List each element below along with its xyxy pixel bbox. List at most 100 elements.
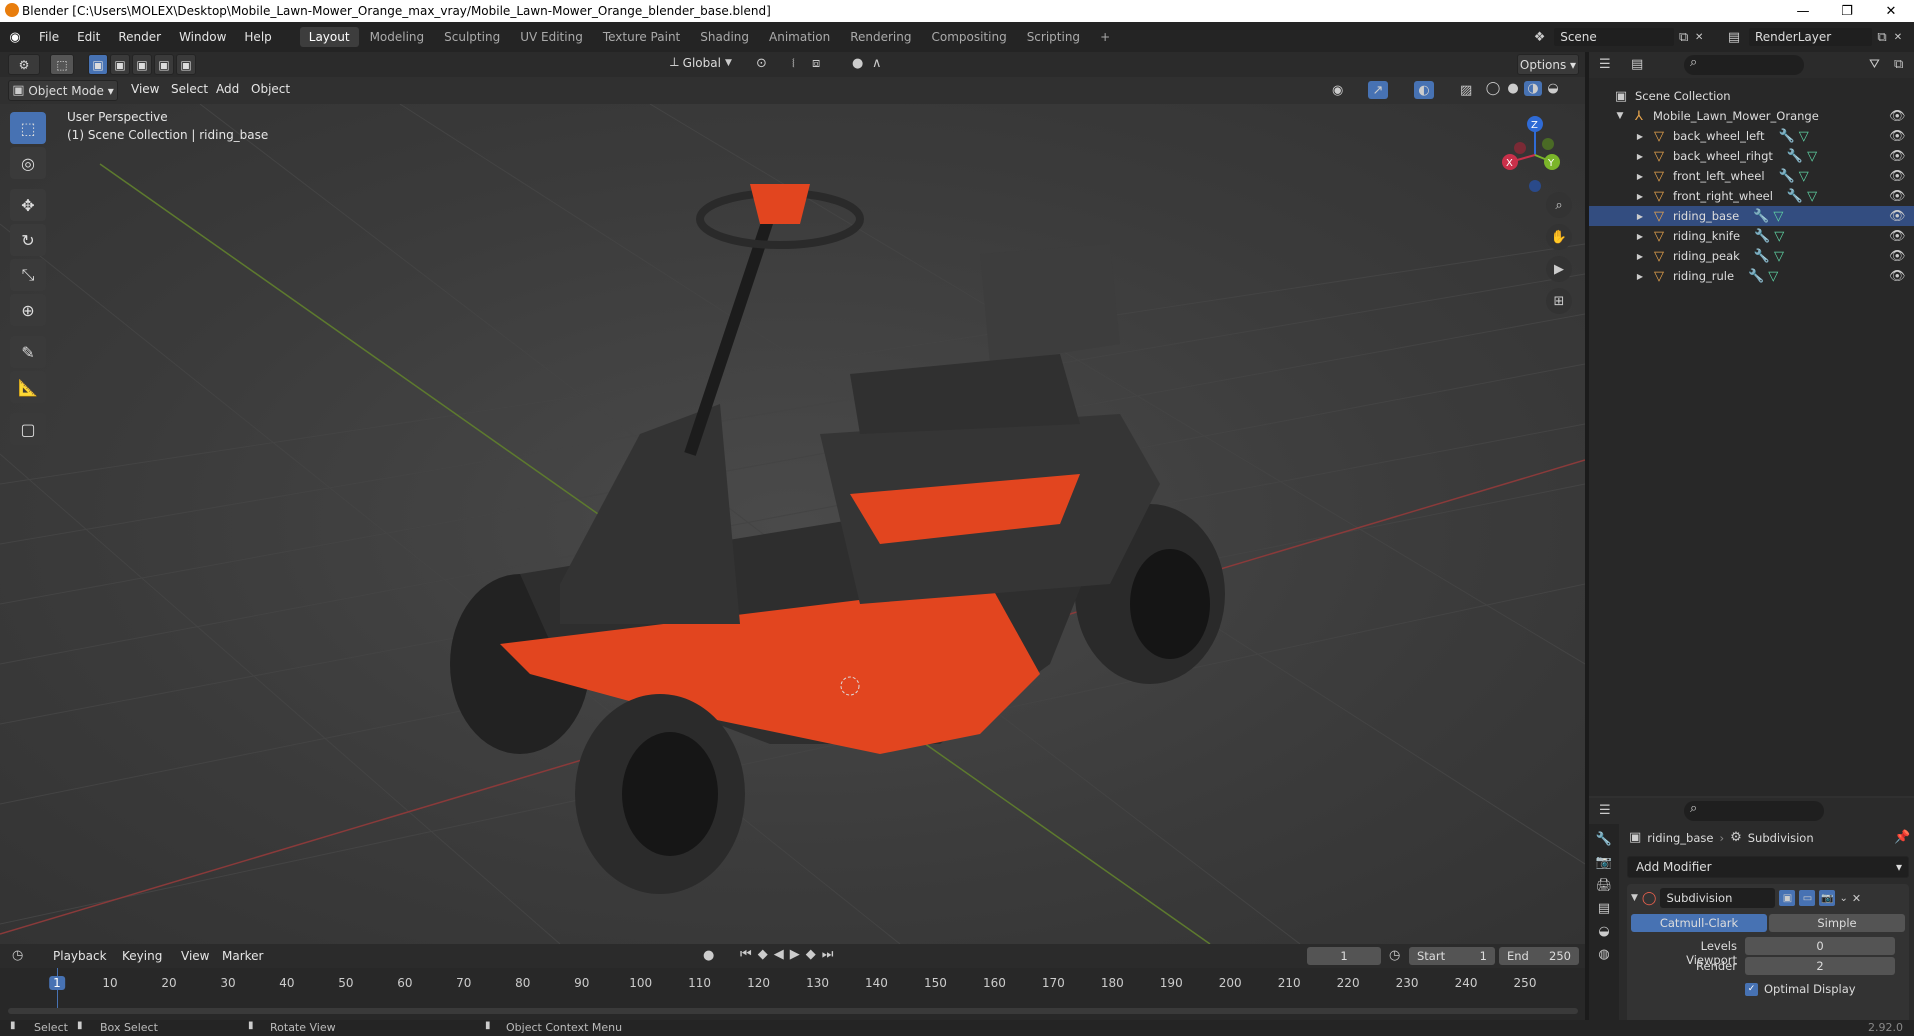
wireframe-shading-icon[interactable]: ◯ — [1484, 81, 1502, 96]
timeline-menu-keying[interactable]: Keying — [113, 949, 171, 963]
xray-icon[interactable]: ▨ — [1460, 83, 1472, 98]
blender-menu-icon[interactable]: ◉ — [0, 30, 30, 45]
minimize-icon[interactable]: — — [1781, 0, 1825, 22]
rendered-shading-icon[interactable]: ◒ — [1544, 81, 1562, 96]
modifier-name-input[interactable]: Subdivision — [1660, 888, 1776, 908]
scale-tool-icon[interactable]: ⤡ — [10, 259, 46, 291]
mode-intersect-icon[interactable]: ▣ — [154, 54, 174, 75]
falloff-icon[interactable]: ∧ — [872, 56, 882, 71]
mode-extend-icon[interactable]: ▣ — [110, 54, 130, 75]
transform-tool-icon[interactable]: ⊕ — [10, 294, 46, 326]
zoom-icon[interactable]: ⌕ — [1546, 192, 1572, 218]
render-tab-icon[interactable]: 📷 — [1596, 855, 1612, 870]
new-renderlayer-icon[interactable]: ⧉ — [1873, 30, 1891, 45]
gizmo-toggle-icon[interactable]: ↗ — [1368, 81, 1388, 99]
menu-render[interactable]: Render — [109, 30, 170, 44]
close-icon[interactable]: ✕ — [1869, 0, 1913, 22]
mesh-data-icon[interactable]: ▽ — [1799, 129, 1809, 144]
visibility-icon[interactable]: ◉ — [1332, 83, 1343, 98]
mode-set-icon[interactable]: ▣ — [88, 54, 108, 75]
tab-compositing[interactable]: Compositing — [922, 27, 1015, 47]
tab-animation[interactable]: Animation — [760, 27, 839, 47]
visibility-eye-icon[interactable]: 👁 — [1889, 229, 1906, 244]
world-tab-icon[interactable]: ◍ — [1598, 947, 1609, 962]
renderlayer-name-field[interactable]: RenderLayer — [1748, 27, 1873, 47]
viewport-toggle-icon[interactable]: ▭ — [1799, 890, 1816, 906]
add-cube-tool-icon[interactable]: ▢ — [10, 413, 46, 445]
editor-type-icon[interactable]: ⚙ — [8, 54, 40, 75]
restore-icon[interactable]: ❐ — [1825, 0, 1869, 22]
expand-icon[interactable]: ▶ — [1635, 172, 1645, 181]
current-frame-field[interactable]: 1 — [1307, 947, 1381, 965]
menu-file[interactable]: File — [30, 30, 68, 44]
delete-renderlayer-icon[interactable]: ✕ — [1891, 32, 1905, 43]
rotate-tool-icon[interactable]: ↻ — [10, 224, 46, 256]
modifier-wrench-icon[interactable]: 🔧 — [1787, 149, 1803, 164]
tab-texture-paint[interactable]: Texture Paint — [594, 27, 689, 47]
modifier-wrench-icon[interactable]: 🔧 — [1754, 249, 1770, 264]
visibility-eye-icon[interactable]: 👁 — [1889, 249, 1906, 264]
visibility-eye-icon[interactable]: 👁 — [1889, 129, 1906, 144]
annotate-tool-icon[interactable]: ✎ — [10, 336, 46, 368]
tab-scripting[interactable]: Scripting — [1018, 27, 1089, 47]
snap-target-icon[interactable]: ⧈ — [812, 56, 820, 71]
render-levels-field[interactable]: 2 — [1745, 957, 1895, 975]
timeline-scrollbar[interactable] — [8, 1008, 1578, 1014]
jump-start-icon[interactable]: ⏮ — [740, 947, 752, 962]
chevron-down-icon[interactable]: ⌄ — [1839, 893, 1847, 904]
tab-sculpting[interactable]: Sculpting — [435, 27, 509, 47]
outliner-scene-collection[interactable]: ▣ Scene Collection — [1589, 86, 1914, 106]
output-tab-icon[interactable]: 🖨 — [1596, 878, 1613, 893]
timeline-menu-view[interactable]: View — [172, 949, 218, 963]
optimal-display-checkbox[interactable]: ✓ — [1745, 982, 1758, 996]
timeline-editor-icon[interactable]: ◷ — [12, 948, 23, 963]
filter-icon[interactable]: ⛛ — [1869, 57, 1880, 72]
scene-selector[interactable]: ❖ Scene ⧉ ✕ — [1526, 26, 1706, 48]
outliner-object-row[interactable]: ▶ ▽ riding_rule 🔧 ▽ 👁 — [1589, 266, 1914, 286]
expand-icon[interactable]: ▶ — [1635, 152, 1645, 161]
overlay-toggle-icon[interactable]: ◐ — [1414, 81, 1434, 99]
prev-keyframe-icon[interactable]: ◆ — [758, 947, 768, 962]
pivot-point-icon[interactable]: ⊙ — [756, 56, 767, 71]
menu-edit[interactable]: Edit — [68, 30, 109, 44]
record-icon[interactable]: ● — [703, 948, 714, 963]
select-tool-icon[interactable]: ⬚ — [50, 54, 74, 75]
options-button[interactable]: Options ▾ — [1517, 54, 1579, 75]
expand-icon[interactable]: ▶ — [1635, 132, 1645, 141]
move-tool-icon[interactable]: ✥ — [10, 189, 46, 221]
scene-tab-icon[interactable]: ◒ — [1598, 924, 1609, 939]
viewport-menu-object[interactable]: Object — [242, 82, 299, 96]
properties-search-input[interactable]: ⌕ — [1684, 801, 1824, 821]
mesh-data-icon[interactable]: ▽ — [1774, 229, 1784, 244]
view-layer-tab-icon[interactable]: ▤ — [1598, 901, 1610, 916]
mesh-data-icon[interactable]: ▽ — [1773, 209, 1783, 224]
transform-orientation[interactable]: ⟂ Global ▼ — [670, 55, 732, 70]
optimal-display-row[interactable]: ✓ Optimal Display — [1745, 982, 1856, 996]
3d-viewport[interactable]: User Perspective (1) Scene Collection | … — [0, 104, 1585, 944]
display-mode-icon[interactable]: ▤ — [1631, 57, 1643, 72]
visibility-eye-icon[interactable]: 👁 — [1889, 269, 1906, 284]
new-collection-icon[interactable]: ⧉ — [1894, 57, 1903, 72]
tab-uv-editing[interactable]: UV Editing — [511, 27, 592, 47]
add-workspace-icon[interactable]: + — [1091, 27, 1119, 47]
expand-icon[interactable]: ▶ — [1635, 192, 1645, 201]
render-toggle-icon[interactable]: 📷 — [1819, 890, 1836, 906]
modifier-wrench-icon[interactable]: 🔧 — [1779, 129, 1795, 144]
menu-window[interactable]: Window — [170, 30, 235, 44]
expand-icon[interactable]: ▶ — [1635, 252, 1645, 261]
outliner-object-row[interactable]: ▶ ▽ back_wheel_rihgt 🔧 ▽ 👁 — [1589, 146, 1914, 166]
simple-button[interactable]: Simple — [1769, 914, 1905, 932]
renderlayer-selector[interactable]: ▤ RenderLayer ⧉ ✕ — [1720, 26, 1914, 48]
modifier-wrench-icon[interactable]: 🔧 — [1753, 209, 1769, 224]
editmode-toggle-icon[interactable]: ▣ — [1779, 890, 1796, 906]
solid-shading-icon[interactable]: ● — [1504, 81, 1522, 96]
pan-hand-icon[interactable]: ✋ — [1546, 224, 1572, 250]
expand-icon[interactable]: ▶ — [1635, 212, 1645, 221]
delete-scene-icon[interactable]: ✕ — [1692, 32, 1706, 43]
tab-shading[interactable]: Shading — [691, 27, 758, 47]
mesh-data-icon[interactable]: ▽ — [1774, 249, 1784, 264]
mode-invert-icon[interactable]: ▣ — [176, 54, 196, 75]
pin-icon[interactable]: 📌 — [1894, 830, 1910, 845]
tab-rendering[interactable]: Rendering — [841, 27, 920, 47]
visibility-eye-icon[interactable]: 👁 — [1889, 209, 1906, 224]
